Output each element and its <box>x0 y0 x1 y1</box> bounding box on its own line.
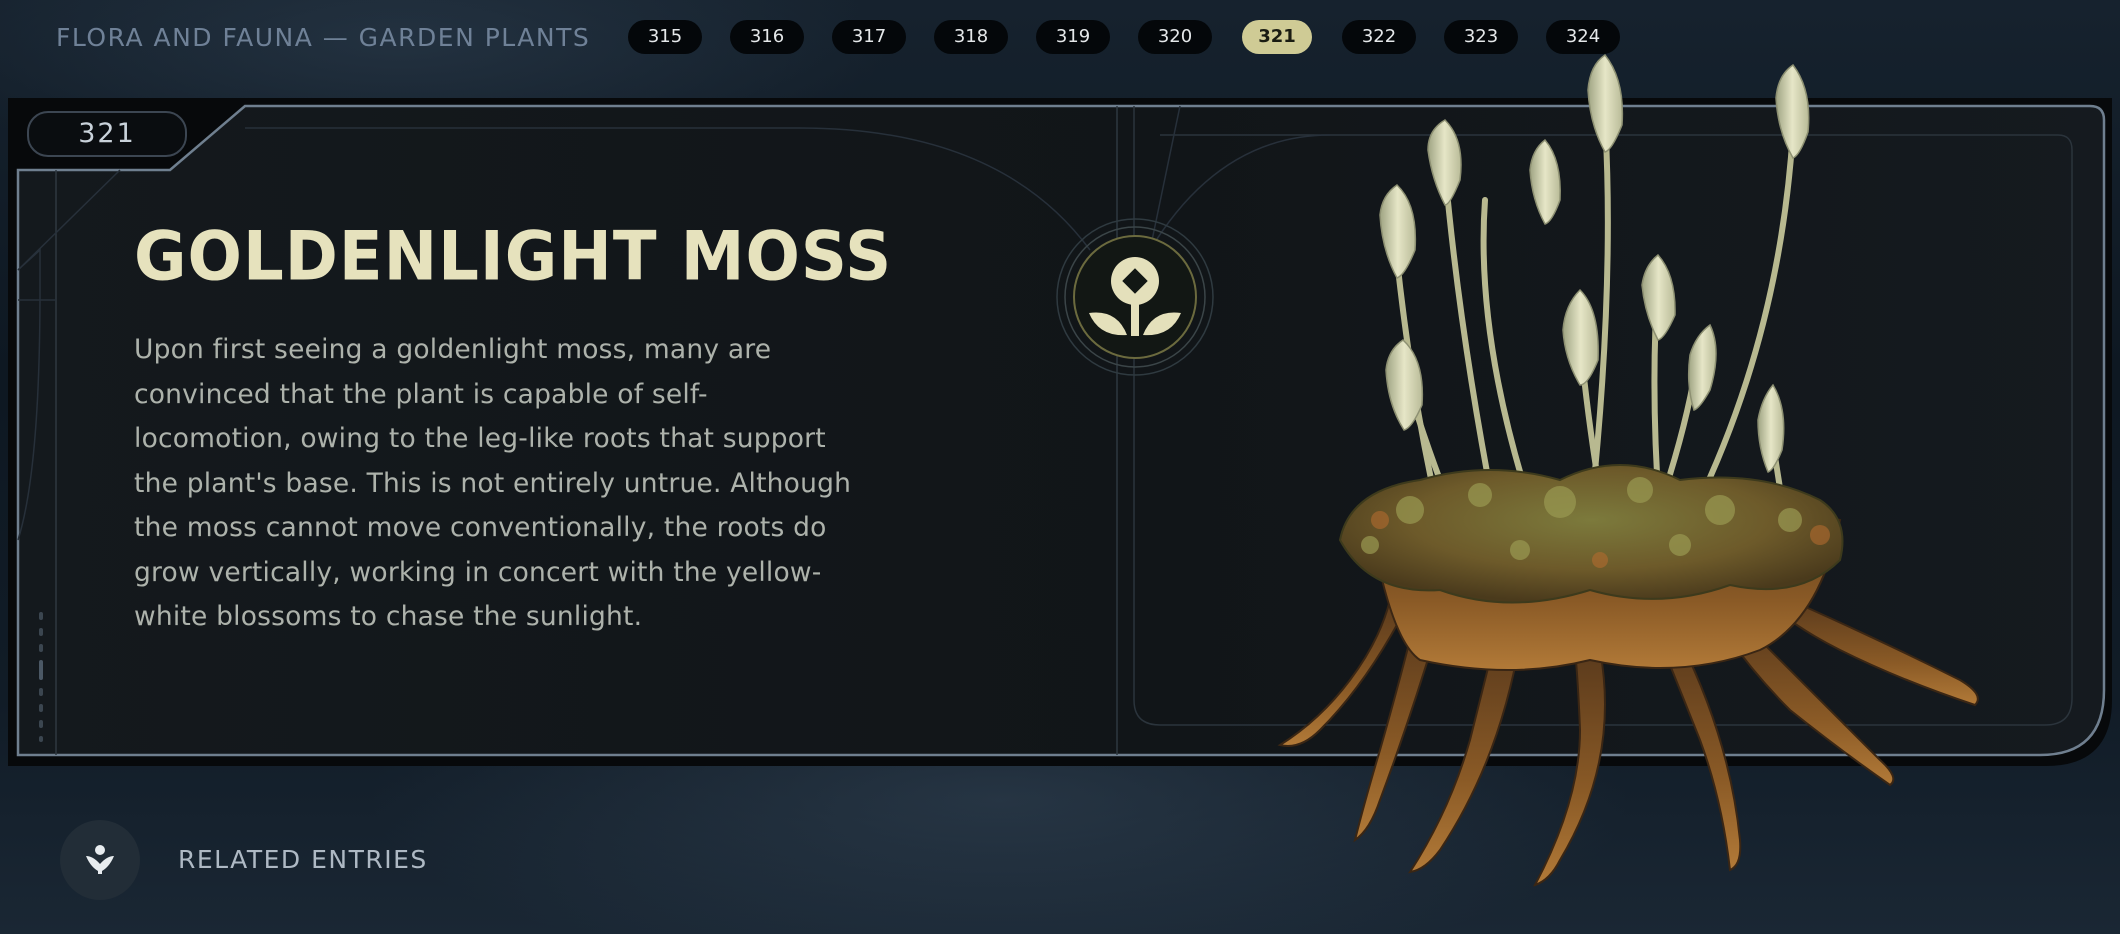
entry-title: GOLDENLIGHT MOSS <box>134 218 893 297</box>
goldenlight-moss-illustration <box>1277 53 1979 887</box>
plant-sprout-icon <box>1056 218 1214 376</box>
related-entries-label[interactable]: RELATED ENTRIES <box>178 845 428 874</box>
entry-number-badge: 321 <box>27 111 187 157</box>
related-entries-button[interactable] <box>60 820 140 900</box>
entry-description: Upon first seeing a goldenlight moss, ma… <box>134 334 852 632</box>
related-entries-icon <box>86 845 114 874</box>
scroll-indicator[interactable] <box>37 612 45 742</box>
